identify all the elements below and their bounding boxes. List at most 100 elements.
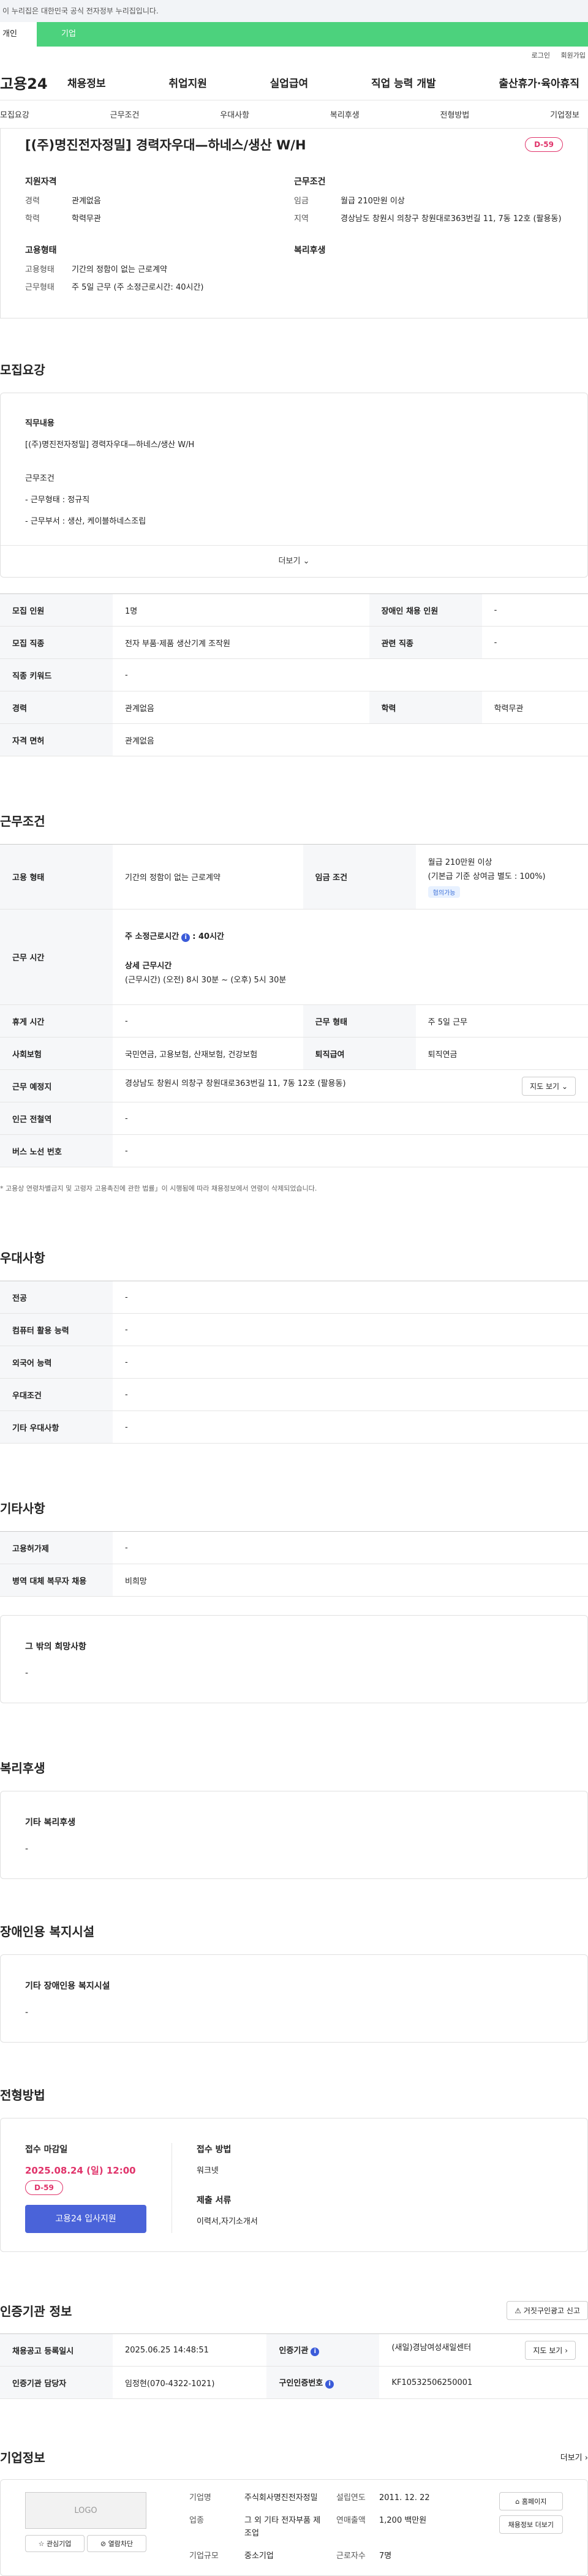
hours-detail: (근무시간) (오전) 8시 30분 ~ (오후) 5시 30분 xyxy=(125,975,287,985)
table-header-cell: 고용허가제 xyxy=(0,1531,113,1565)
fav-button[interactable]: ☆ 관심기업 xyxy=(25,2535,85,2553)
login-link[interactable]: 로그인 xyxy=(532,51,550,59)
table-cell: 1명 xyxy=(113,593,369,627)
negotiable-badge: 협의가능 xyxy=(428,886,461,898)
duty-text: [(주)명진전자정밀] 경력자우대—하네스/생산 W/H xyxy=(25,440,195,450)
work-table: 고용 형태 기간의 정함이 없는 근로계약 임금 조건 월급 210만원 이상 … xyxy=(0,844,588,1168)
site-logo[interactable]: 고용24 xyxy=(0,72,67,93)
info-icon[interactable]: i xyxy=(325,2380,334,2389)
company-value: 그 외 기타 전자부품 제조업 xyxy=(244,2516,321,2538)
table-header-cell: 인근 전철역 xyxy=(0,1102,113,1135)
tab-personal[interactable]: 개인 xyxy=(0,22,37,47)
wage-line: 월급 210만원 이상 xyxy=(428,858,492,868)
cert-number-label: 구인인증번호 xyxy=(279,2379,323,2389)
map-button[interactable]: 지도 보기 ⌄ xyxy=(522,1076,576,1096)
deadline-value: 2025.08.24 (일) 12:00 xyxy=(25,2165,136,2177)
table-header-cell: 전공 xyxy=(0,1281,113,1314)
section-title-work: 근무조건 xyxy=(0,814,45,829)
table-row: 모집 인원 1명 장애인 채용 인원 - xyxy=(0,593,588,627)
hours-detail-title: 상세 근무시간 xyxy=(125,961,172,971)
subnav-pref[interactable]: 우대사항 xyxy=(220,108,249,120)
table-cell: - xyxy=(113,1410,588,1444)
apply-button[interactable]: 고용24 입사지원 xyxy=(25,2205,146,2234)
block-label: 열람차단 xyxy=(108,2540,134,2548)
tab-company[interactable]: 기업 xyxy=(37,22,588,47)
cond-key: 지역 xyxy=(294,214,309,224)
duty-line: - 근무형태 : 정규직 xyxy=(25,495,90,505)
disabled-box-value: - xyxy=(25,2008,29,2018)
star-icon: ☆ xyxy=(38,2540,45,2548)
table-header-cell: 직종 키워드 xyxy=(0,658,113,692)
section-title-disabled: 장애인용 복지시설 xyxy=(0,1924,95,1940)
subnav-company[interactable]: 기업정보 xyxy=(550,108,579,120)
table-header-cell: 채용공고 등록일시 xyxy=(0,2333,113,2367)
chevron-right-icon: › xyxy=(584,2454,588,2463)
duty-cond-label: 근무조건 xyxy=(25,473,55,483)
subnav-welfare[interactable]: 복리후생 xyxy=(330,108,360,120)
gov-banner: 이 누리집은 대한민국 공식 전자정부 누리집입니다. xyxy=(0,0,588,22)
table-cell: - xyxy=(481,593,588,627)
subnav-work[interactable]: 근무조건 xyxy=(110,108,140,120)
subnav-apply[interactable]: 전형방법 xyxy=(440,108,470,120)
method-label: 접수 방법 xyxy=(197,2145,232,2155)
homepage-label: 홈페이지 xyxy=(521,2498,547,2506)
welfare-box-value: - xyxy=(25,1844,29,1855)
company-value: 7명 xyxy=(379,2551,392,2561)
signup-link[interactable]: 회원가입 xyxy=(561,51,586,59)
gnb-item-leave[interactable]: 출산휴가·육아휴직 xyxy=(499,75,579,90)
map-button[interactable]: 지도 보기 › xyxy=(525,2340,576,2360)
info-icon[interactable]: i xyxy=(311,2348,320,2357)
table-row: 인근 전철역 - xyxy=(0,1102,588,1135)
cond-value: 월급 210만원 이상 xyxy=(341,197,405,206)
qual-value: 관계없음 xyxy=(72,197,101,206)
company-jobs-button[interactable]: 채용정보 더보기 xyxy=(499,2515,563,2534)
map-button-label: 지도 보기 xyxy=(530,1082,560,1091)
gnb-item-employment-support[interactable]: 취업지원 xyxy=(168,75,207,90)
section-title-company: 기업정보 xyxy=(0,2450,45,2466)
cond-key: 임금 xyxy=(294,197,309,206)
cert-header: 인증기관 정보 ⚠ 거짓구인광고 신고 xyxy=(0,2301,588,2321)
dday-badge: D-59 xyxy=(525,137,563,152)
table-cell: - xyxy=(113,1346,588,1379)
wage-line: (기본급 기준 상여금 별도 : 100%) xyxy=(428,872,546,882)
homepage-button[interactable]: ⌂ 홈페이지 xyxy=(499,2492,563,2511)
table-row: 기타 우대사항 - xyxy=(0,1410,588,1444)
table-cell: - xyxy=(113,1378,588,1412)
table-cell: 관계없음 xyxy=(113,691,369,725)
table-header-cell: 근무 형태 xyxy=(303,1004,416,1038)
table-cell: - xyxy=(113,1004,303,1038)
job-title: [(주)명진전자정밀] 경력자우대—하네스/생산 W/H xyxy=(25,138,306,153)
more-button[interactable]: 더보기 ⌄ xyxy=(1,545,587,577)
gnb-item-training[interactable]: 직업 능력 개발 xyxy=(371,75,436,90)
table-row: 전공 - xyxy=(0,1281,588,1314)
etc-table: 고용허가제 - 병역 대체 복무자 채용 비희망 xyxy=(0,1531,588,1597)
table-header-cell: 컴퓨터 활용 능력 xyxy=(0,1313,113,1347)
report-button[interactable]: ⚠ 거짓구인광고 신고 xyxy=(507,2301,588,2321)
table-row: 근무 시간 주 소정근로시간 i: 40시간 상세 근무시간 (근무시간) (오전… xyxy=(0,909,588,1006)
company-key: 근로자수 xyxy=(336,2551,366,2561)
table-cell: 비희망 xyxy=(113,1564,588,1597)
table-header-cell: 근무 예정지 xyxy=(0,1069,113,1103)
table-cell: KF10532506250001 xyxy=(379,2366,588,2400)
table-header-cell: 모집 직종 xyxy=(0,626,113,660)
table-cell: - xyxy=(113,1102,588,1135)
home-icon: ⌂ xyxy=(515,2498,520,2506)
table-header-cell: 고용 형태 xyxy=(0,844,113,910)
table-row: 버스 노선 번호 - xyxy=(0,1134,588,1168)
table-cell: 주 5일 근무 xyxy=(415,1004,588,1038)
subnav-recruit[interactable]: 모집요강 xyxy=(0,108,29,120)
gnb-item-jobs[interactable]: 채용정보 xyxy=(67,75,106,90)
block-button[interactable]: ⊘ 열람차단 xyxy=(87,2535,146,2553)
table-cell: - xyxy=(113,1134,588,1168)
company-more-link[interactable]: 더보기 › xyxy=(560,2451,588,2463)
qual-key: 경력 xyxy=(25,197,40,206)
duty-line: - 근무부서 : 생산, 케이블하네스조립 xyxy=(25,516,146,526)
chevron-down-icon: ⌄ xyxy=(561,1082,568,1091)
hours-value: 40시간 xyxy=(198,932,224,941)
gnb-item-unemployment-benefit[interactable]: 실업급여 xyxy=(270,75,309,90)
section-title-cert: 인증기관 정보 xyxy=(0,2304,72,2319)
table-cell: - xyxy=(481,626,588,660)
etc-wish-title: 그 밖의 희망사항 xyxy=(25,1642,86,1652)
company-key: 연매출액 xyxy=(336,2516,366,2526)
info-icon[interactable]: i xyxy=(181,933,190,942)
